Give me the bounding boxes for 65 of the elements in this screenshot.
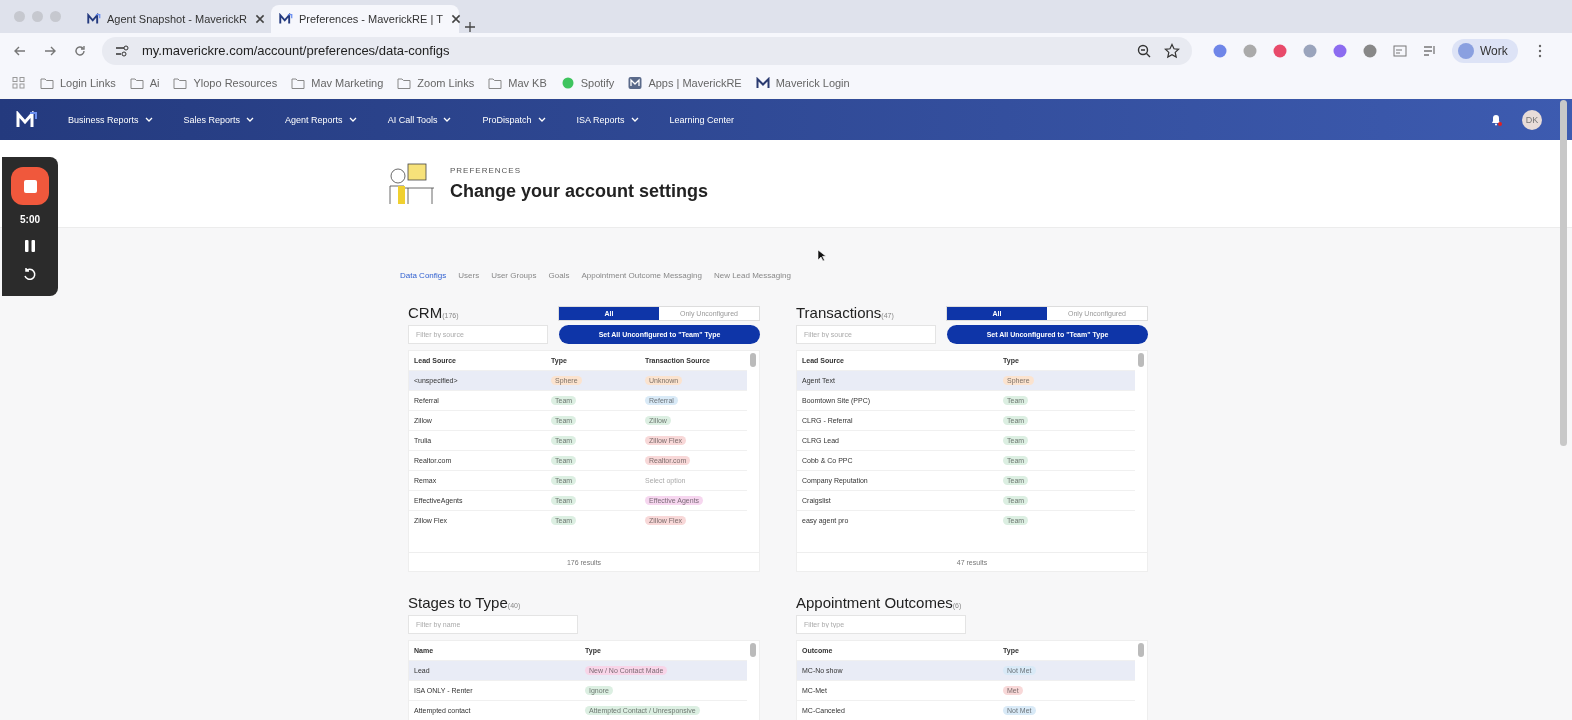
stop-button[interactable]	[11, 167, 49, 205]
star-icon[interactable]	[1164, 42, 1180, 59]
section-label: PREFERENCES	[450, 165, 522, 175]
extension-icon[interactable]	[1272, 42, 1288, 59]
nav-item[interactable]: ISA Reports	[576, 114, 639, 125]
folder-icon	[397, 76, 412, 89]
settings-tab[interactable]: Goals	[548, 271, 570, 280]
scrollbar[interactable]	[750, 643, 756, 657]
nav-item[interactable]: Learning Center	[669, 114, 735, 125]
close-icon[interactable]	[253, 13, 267, 25]
bookmark[interactable]: Login Links	[40, 76, 116, 89]
timer: 5:00	[20, 214, 40, 225]
bell-icon[interactable]	[1490, 113, 1502, 126]
bookmark[interactable]: Ylopo Resources	[173, 76, 278, 89]
logo	[628, 76, 643, 89]
browser-tab[interactable]: Agent Snapshot - MaverickR	[79, 5, 267, 33]
plus-icon[interactable]	[463, 21, 477, 33]
browser-tab[interactable]: Preferences - MaverickRE | T	[271, 5, 459, 33]
address-bar[interactable]: my.maverickre.com/account/preferences/data-configs	[102, 36, 1192, 65]
bookmark[interactable]: Zoom Links	[397, 76, 475, 89]
bookmark[interactable]: Mav Marketing	[291, 76, 384, 89]
folder-icon	[173, 76, 188, 89]
bookmark[interactable]: Mav KB	[488, 76, 547, 89]
folder-icon	[40, 76, 54, 89]
zoom-icon[interactable]	[1136, 42, 1152, 59]
settings-tab[interactable]: Appointment Outcome Messaging	[581, 271, 702, 280]
bookmark[interactable]: Maverick Login	[755, 76, 850, 89]
settings-tab[interactable]: User Groups	[491, 271, 537, 280]
scrollbar[interactable]	[1560, 100, 1567, 446]
bookmark[interactable]: Ai	[129, 76, 160, 89]
cursor-icon	[817, 249, 826, 262]
settings-tab[interactable]: New Lead Messaging	[713, 271, 791, 280]
folder-icon	[488, 76, 503, 89]
logo	[755, 76, 770, 89]
scrollbar[interactable]	[750, 353, 756, 367]
extension-icon[interactable]	[1302, 42, 1318, 59]
extension-icon[interactable]	[1242, 42, 1258, 59]
nav-item[interactable]: AI Call Tools	[387, 114, 452, 125]
scrollbar[interactable]	[1138, 643, 1144, 657]
logo[interactable]	[87, 13, 101, 25]
apps-grid-icon[interactable]	[12, 76, 26, 89]
extension-icon[interactable]	[1332, 42, 1348, 59]
folder-icon	[291, 76, 306, 89]
site-settings-icon[interactable]	[114, 42, 130, 59]
user-avatar[interactable]: DK	[1522, 109, 1542, 130]
nav-item[interactable]: Sales Reports	[183, 114, 255, 125]
nav-item[interactable]: ProDispatch	[482, 114, 546, 125]
pause-icon[interactable]	[23, 239, 37, 253]
page-title: Change your account settings	[450, 180, 709, 202]
settings-tab[interactable]: Users	[458, 271, 480, 280]
restart-icon[interactable]	[23, 267, 37, 281]
desk-illustration-drawing	[386, 161, 436, 206]
profile-button[interactable]: Work	[1452, 38, 1518, 63]
extension-icon[interactable]	[1212, 42, 1228, 59]
avatar-icon	[1458, 42, 1474, 59]
bookmark[interactable]: Apps | MaverickRE	[628, 76, 742, 89]
nav-item[interactable]: Agent Reports	[285, 114, 357, 125]
logo[interactable]	[279, 13, 293, 25]
folder-icon	[129, 76, 144, 89]
settings-tab[interactable]: Data Configs	[400, 271, 447, 280]
extension-icon[interactable]	[1362, 42, 1378, 59]
logo[interactable]	[16, 110, 38, 129]
nav-item[interactable]: Business Reports	[68, 114, 153, 125]
scrollbar[interactable]	[1138, 353, 1144, 367]
bookmark[interactable]: Spotify	[560, 76, 615, 89]
